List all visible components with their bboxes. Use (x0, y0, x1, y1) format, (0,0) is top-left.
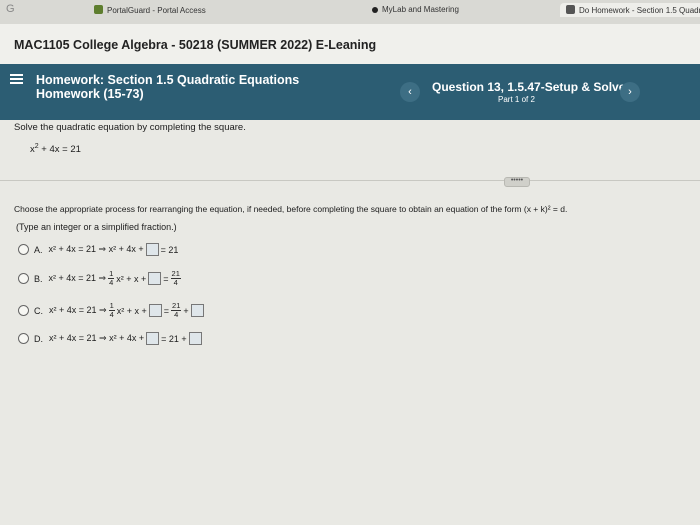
section-divider (0, 180, 700, 181)
option-c-answer-box-2[interactable] (190, 304, 204, 317)
option-b-radio[interactable] (18, 273, 29, 284)
previous-question-button[interactable]: ‹ (400, 82, 420, 102)
option-a[interactable]: A. x² + 4x = 21 ⇒ x² + 4x + = 21 (18, 243, 178, 256)
homework-favicon-icon (566, 5, 575, 14)
option-a-answer-box[interactable] (145, 243, 159, 256)
browser-tab-strip: G PortalGuard - Portal Access MyLab and … (0, 0, 700, 24)
option-c-lhs: x² + 4x = 21 ⇒ (49, 305, 107, 315)
option-a-radio[interactable] (18, 244, 29, 255)
mylab-favicon-icon (372, 7, 378, 13)
option-c-answer-box-1[interactable] (148, 304, 162, 317)
problem-instruction: Solve the quadratic equation by completi… (14, 122, 246, 133)
option-b-equals: = (163, 273, 169, 284)
choose-prompt: Choose the appropriate process for rearr… (14, 204, 568, 214)
option-c-middle: x² + x + (116, 305, 147, 316)
option-c-fraction-1: 14 (108, 301, 115, 319)
option-d[interactable]: D. x² + 4x = 21 ⇒ x² + 4x + = 21 + (18, 332, 204, 345)
option-b-fraction-1: 14 (108, 269, 115, 287)
option-a-lhs: x² + 4x = 21 ⇒ x² + 4x + (48, 244, 144, 254)
option-d-answer-box-2[interactable] (188, 332, 202, 345)
option-a-rhs: = 21 (160, 244, 179, 255)
option-d-answer-box-1[interactable] (146, 332, 160, 345)
option-b-middle: x² + x + (116, 273, 147, 284)
option-c-radio[interactable] (18, 305, 29, 316)
option-b-fraction-2: 21 4 (170, 269, 181, 287)
hamburger-menu-icon[interactable] (10, 72, 23, 86)
option-letter: A. (34, 244, 43, 255)
option-d-radio[interactable] (18, 333, 29, 344)
next-question-button[interactable]: › (620, 82, 640, 102)
option-c-fraction-2: 21 4 (171, 301, 182, 319)
question-part: Part 1 of 2 (498, 95, 535, 104)
portalguard-favicon-icon (94, 5, 103, 14)
google-icon[interactable]: G (6, 3, 15, 15)
question-title: Question 13, 1.5.47-Setup & Solve (432, 80, 626, 94)
answer-hint: (Type an integer or a simplified fractio… (16, 222, 177, 232)
option-b-answer-box[interactable] (148, 272, 162, 285)
option-letter: C. (34, 305, 43, 316)
option-d-lhs: x² + 4x = 21 ⇒ x² + 4x + (49, 333, 145, 343)
course-header: MAC1105 College Algebra - 50218 (SUMMER … (0, 24, 700, 64)
tab-label: Do Homework - Section 1.5 Quadr (579, 6, 700, 15)
tab-label: MyLab and Mastering (382, 5, 459, 14)
option-b-lhs: x² + 4x = 21 ⇒ (48, 273, 107, 283)
option-b[interactable]: B. x² + 4x = 21 ⇒ 14 x² + x + = 21 4 (18, 270, 183, 287)
tab-mylab[interactable]: MyLab and Mastering (372, 5, 459, 14)
option-letter: D. (34, 333, 43, 344)
problem-equation: x2 + 4x = 21 (30, 143, 81, 156)
expand-more-button[interactable]: ••••• (504, 177, 530, 187)
tab-portalguard[interactable]: PortalGuard - Portal Access (94, 5, 206, 15)
option-d-rhs: = 21 + (161, 333, 187, 344)
course-title: MAC1105 College Algebra - 50218 (SUMMER … (14, 38, 377, 52)
option-c-equals: = (163, 305, 170, 316)
homework-header: Homework: Section 1.5 Quadratic Equation… (0, 64, 700, 120)
option-c-plus: + (183, 305, 189, 316)
option-c[interactable]: C. x² + 4x = 21 ⇒ 14 x² + x + = 21 4 + (18, 302, 206, 319)
option-letter: B. (34, 273, 43, 284)
homework-subtitle: Homework (15-73) (36, 87, 144, 101)
tab-label: PortalGuard - Portal Access (107, 6, 206, 15)
homework-title: Homework: Section 1.5 Quadratic Equation… (36, 73, 300, 87)
tab-do-homework[interactable]: Do Homework - Section 1.5 Quadr (560, 3, 700, 17)
